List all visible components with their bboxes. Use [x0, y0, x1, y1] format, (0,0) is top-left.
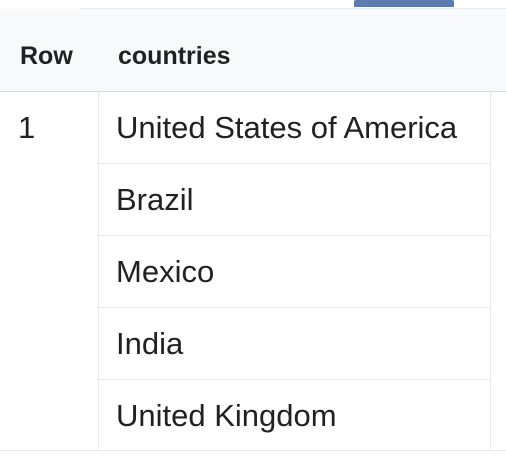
- table-cell-country[interactable]: United Kingdom: [99, 380, 490, 452]
- table-cell-country[interactable]: United States of America: [99, 92, 490, 164]
- cell-text: United States of America: [116, 110, 458, 145]
- table-header: Row countries: [0, 9, 506, 92]
- cell-text: Mexico: [116, 254, 215, 289]
- column-header-countries[interactable]: countries: [118, 42, 231, 71]
- results-table: Row countries 1 United States of America…: [0, 0, 506, 462]
- table-bottom-border: [0, 450, 506, 451]
- column-header-row[interactable]: Row: [20, 42, 73, 71]
- column-divider-right: [490, 92, 491, 450]
- active-tab-indicator[interactable]: [354, 0, 454, 7]
- table-cell-country[interactable]: Brazil: [99, 164, 490, 236]
- row-number: 1: [18, 110, 36, 145]
- table-cell-country[interactable]: Mexico: [99, 236, 490, 308]
- cell-text: India: [116, 326, 184, 361]
- cell-text: United Kingdom: [116, 398, 337, 433]
- cell-text: Brazil: [116, 182, 194, 217]
- table-cell-country[interactable]: India: [99, 308, 490, 380]
